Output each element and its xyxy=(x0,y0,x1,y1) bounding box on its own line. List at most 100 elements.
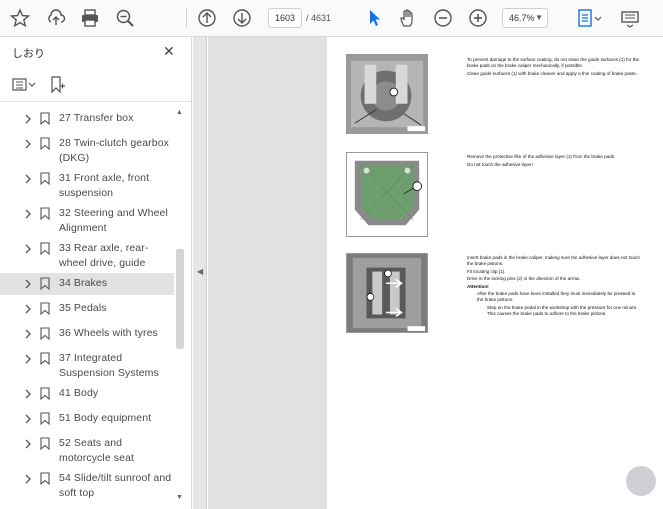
bookmark-icon xyxy=(40,277,50,290)
options-menu-icon[interactable] xyxy=(12,78,36,92)
instruction-bullet: Step on the brake pedal in the workshop … xyxy=(487,304,638,316)
chevron-right-icon[interactable] xyxy=(24,244,32,254)
chevron-right-icon[interactable] xyxy=(24,139,32,149)
current-page-input[interactable]: 1603 xyxy=(268,8,302,28)
bookmark-icon xyxy=(40,472,50,485)
panel-toolbar xyxy=(12,75,66,95)
bookmark-label: 35 Pedals xyxy=(59,302,107,314)
bookmark-item[interactable]: 54 Slide/tilt sunroof and soft top xyxy=(0,470,174,502)
bookmark-icon xyxy=(40,387,50,400)
close-icon[interactable]: ✕ xyxy=(163,43,175,60)
bookmark-icon xyxy=(40,112,50,125)
bookmark-item[interactable]: 28 Twin-clutch gearbox (DKG) xyxy=(0,135,174,167)
bookmark-label: 54 Slide/tilt sunroof and soft top xyxy=(59,472,172,499)
bookmark-item[interactable]: 37 Integrated Suspension Systems xyxy=(0,350,174,382)
chevron-right-icon[interactable] xyxy=(24,414,32,424)
brake-caliper-install-photo xyxy=(346,253,428,333)
warning-text: After the brake pads have been installed… xyxy=(477,291,636,302)
chevron-right-icon[interactable] xyxy=(24,329,32,339)
chevron-right-icon[interactable] xyxy=(24,209,32,219)
bookmark-label: 51 Body equipment xyxy=(59,412,152,424)
chevron-up-icon[interactable]: ▲ xyxy=(176,109,183,116)
bookmark-icon xyxy=(40,437,50,450)
document-canvas[interactable]: To prevent damage to the surface coating… xyxy=(208,37,663,509)
step-2-text: Remove the protective film of the adhesi… xyxy=(467,154,642,169)
bookmark-label: 52 Seats and motorcycle seat xyxy=(59,437,135,464)
bookmarks-panel: しおり ✕ 27 Transfer box 28 Twin-clutch gea… xyxy=(0,37,192,509)
bookmark-icon xyxy=(40,207,50,220)
bookmark-item[interactable]: 41 Body xyxy=(0,385,174,405)
bookmark-label: 28 Twin-clutch gearbox (DKG) xyxy=(59,137,169,164)
bookmark-label: 34 Brakes xyxy=(59,277,108,289)
zoom-level-value: 46.7% xyxy=(509,13,535,23)
chevron-right-icon[interactable] xyxy=(24,354,32,364)
bookmark-icon xyxy=(40,137,50,150)
bookmark-label: 31 Front axle, front suspension xyxy=(59,172,150,199)
bookmark-item[interactable]: 36 Wheels with tyres xyxy=(0,325,174,345)
bookmark-item[interactable]: 31 Front axle, front suspension xyxy=(0,170,174,202)
step-text-line: Do not touch the adhesive layer! xyxy=(467,161,533,167)
hand-icon[interactable] xyxy=(397,7,419,29)
bookmark-item[interactable]: 51 Body equipment xyxy=(0,410,174,430)
bookmark-label: 37 Integrated Suspension Systems xyxy=(59,352,159,379)
chevron-left-icon[interactable]: ◀ xyxy=(197,267,203,276)
bookmark-item[interactable]: 35 Pedals xyxy=(0,300,174,320)
bookmark-icon xyxy=(40,412,50,425)
print-icon[interactable] xyxy=(79,7,101,29)
bookmark-label: 33 Rear axle, rear-wheel drive, guide xyxy=(59,242,149,269)
bookmark-item[interactable]: 52 Seats and motorcycle seat xyxy=(0,435,174,467)
bookmark-icon xyxy=(40,172,50,185)
page-down-icon[interactable] xyxy=(231,7,253,29)
step-1-text: To prevent damage to the surface coating… xyxy=(467,57,642,78)
bookmark-label: 41 Body xyxy=(59,387,99,399)
zoom-in-icon[interactable] xyxy=(467,7,489,29)
bookmark-item[interactable]: 32 Steering and Wheel Alignment xyxy=(0,205,174,237)
star-icon[interactable] xyxy=(9,7,31,29)
new-bookmark-icon[interactable] xyxy=(50,76,66,94)
watermark-badge xyxy=(626,466,656,496)
keyboard-icon[interactable] xyxy=(619,7,641,29)
upload-icon[interactable] xyxy=(45,7,67,29)
zoom-out-icon[interactable] xyxy=(432,7,454,29)
chevron-right-icon[interactable] xyxy=(24,474,32,484)
bookmark-icon xyxy=(40,302,50,315)
bookmark-list: 27 Transfer box 28 Twin-clutch gearbox (… xyxy=(0,107,174,507)
brake-caliper-photo xyxy=(346,54,428,134)
bookmark-item[interactable]: 33 Rear axle, rear-wheel drive, guide xyxy=(0,240,174,272)
toolbar-separator xyxy=(186,8,187,28)
step-text-line: Drive in the locking pins (2) in the dir… xyxy=(467,276,581,281)
panel-divider xyxy=(0,101,191,102)
pdf-page: To prevent damage to the surface coating… xyxy=(327,37,663,509)
step-text-line: Clean guide surfaces (1) with brake clea… xyxy=(467,70,638,76)
chevron-right-icon[interactable] xyxy=(24,439,32,449)
toolbar: 1603 / 4631 46.7% ▼ xyxy=(0,0,663,37)
fit-page-icon[interactable] xyxy=(575,7,603,29)
brake-pad-photo xyxy=(346,152,428,237)
zoom-level-select[interactable]: 46.7% ▼ xyxy=(502,8,548,28)
chevron-right-icon[interactable] xyxy=(24,389,32,399)
select-cursor-icon[interactable] xyxy=(363,7,385,29)
total-pages-label: / 4631 xyxy=(306,13,332,23)
chevron-right-icon[interactable] xyxy=(24,174,32,184)
bookmark-item-active[interactable]: 34 Brakes xyxy=(0,273,174,295)
sidebar-scrollbar[interactable]: ▲ ▼ xyxy=(175,109,186,504)
panel-title: しおり xyxy=(12,48,45,60)
chevron-right-icon[interactable] xyxy=(24,279,32,289)
bookmark-icon xyxy=(40,327,50,340)
step-3-text: Insert brake pads in the brake caliper, … xyxy=(467,255,642,318)
warning-title: Attention! xyxy=(467,283,489,289)
step-text-line: Fit locating clip (1). xyxy=(467,268,506,274)
chevron-down-icon[interactable]: ▼ xyxy=(176,494,183,501)
zoom-search-icon[interactable] xyxy=(114,7,136,29)
bookmark-item[interactable]: 27 Transfer box xyxy=(0,110,174,130)
chevron-right-icon[interactable] xyxy=(24,304,32,314)
chevron-right-icon[interactable] xyxy=(24,114,32,124)
step-text-line: Remove the protective film of the adhesi… xyxy=(467,154,616,159)
scrollbar-thumb[interactable] xyxy=(176,249,184,349)
page-up-icon[interactable] xyxy=(196,7,218,29)
chevron-down-icon: ▼ xyxy=(535,13,543,22)
panel-collapse-handle[interactable]: ◀ xyxy=(193,37,207,509)
bookmark-label: 27 Transfer box xyxy=(59,112,134,124)
bookmark-label: 32 Steering and Wheel Alignment xyxy=(59,207,168,234)
step-text-line: Insert brake pads in the brake caliper, … xyxy=(467,255,640,266)
